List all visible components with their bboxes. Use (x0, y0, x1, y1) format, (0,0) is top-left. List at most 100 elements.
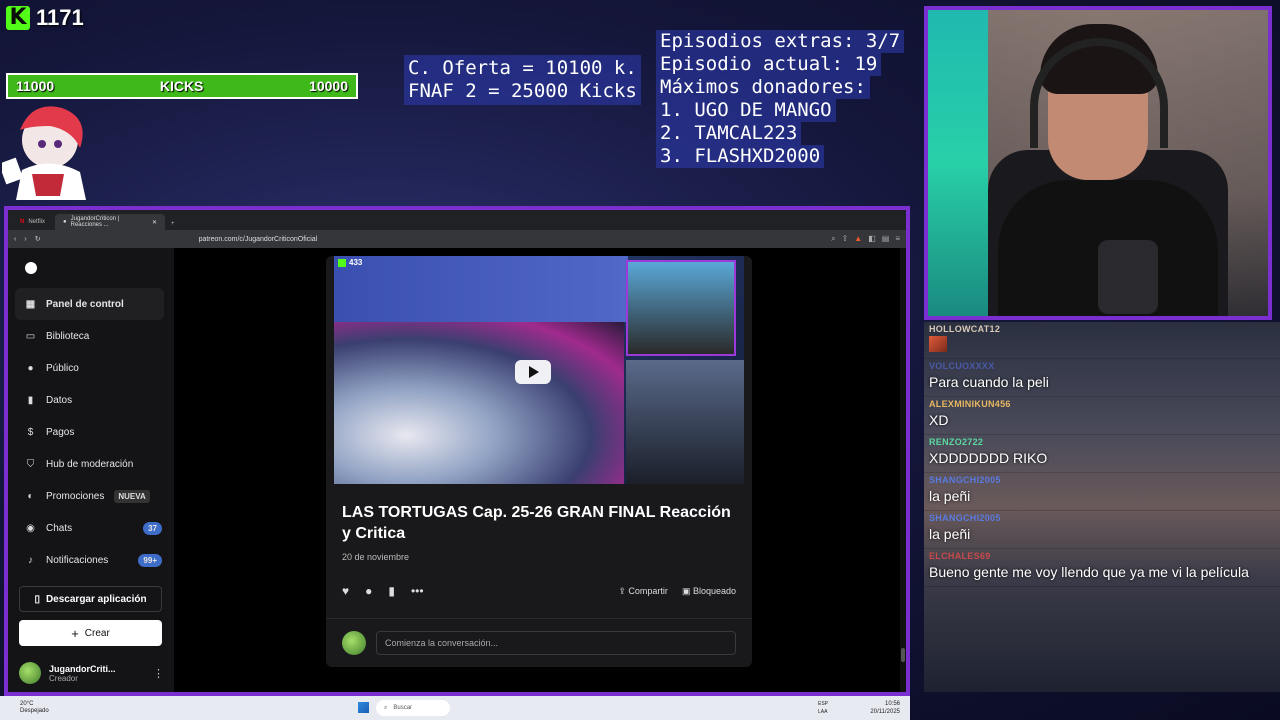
chart-icon: ▮ (27, 394, 34, 406)
webcam-light (928, 10, 988, 316)
new-badge: NUEVA (114, 489, 150, 503)
search-icon: ⌕ (384, 704, 388, 711)
language-indicator[interactable]: ESP LAA (818, 700, 828, 716)
locked-label: Bloqueado (692, 585, 736, 596)
chat-text: Bueno gente me voy llendo que ya me vi l… (929, 564, 1249, 580)
sidebar-item-label: Biblioteca (46, 330, 90, 342)
patreon-icon: ● (63, 219, 67, 225)
stats-icon[interactable]: ▮ (388, 584, 395, 598)
tab-patreon[interactable]: ● JugandorCriticon | Reacciones ... ✕ (55, 214, 166, 230)
sidebar-item-label: Notificaciones (46, 554, 109, 566)
brave-shield-icon[interactable]: ▲ (854, 234, 862, 244)
extension-icon[interactable]: ◧ (868, 234, 876, 244)
chat-username[interactable]: ALEXMINIKUN456 (929, 399, 1275, 409)
share-label: Compartir (628, 585, 668, 596)
sidebar-item-data[interactable]: ▮ Datos (8, 384, 174, 416)
kicks-counter: K 1171 (6, 5, 84, 31)
play-icon[interactable] (515, 360, 551, 384)
sidebar-item-label: Panel de control (46, 298, 124, 310)
thumbnail-kicks: 433 (338, 258, 362, 267)
comment-icon[interactable]: ● (365, 584, 372, 598)
microphone-icon (1098, 240, 1158, 314)
chat-username[interactable]: SHANGCHI2005 (929, 513, 1275, 523)
sidebar-item-label: Chats (46, 522, 73, 534)
taskbar-search[interactable]: ⌕ Buscar (376, 700, 450, 716)
thumbnail-overlay (334, 256, 628, 322)
info-line: Episodio actual: 19 (656, 53, 882, 76)
profile-name: JugandorCriti... (49, 663, 116, 674)
start-icon[interactable] (358, 702, 369, 713)
tab-bar: N Netflix ● JugandorCriticon | Reaccione… (8, 210, 906, 230)
sidebar-item-notifications[interactable]: ♪ Notificaciones 99+ (8, 544, 174, 576)
chat-username[interactable]: HOLLOWCAT12 (929, 324, 1275, 334)
more-icon[interactable]: ••• (411, 584, 424, 598)
clock-time: 10:56 (884, 701, 900, 707)
chat-text: Para cuando la peli (929, 374, 1049, 390)
url-field[interactable]: patreon.com/c/JugandorCriticonOficial (199, 236, 318, 243)
video-thumbnail[interactable]: 433 (334, 256, 744, 484)
stream-chat: HOLLOWCAT12 VOLCUOXXXX Para cuando la peli… (924, 322, 1280, 692)
chat-username[interactable]: ELCHALES69 (929, 551, 1275, 561)
promo-icon: ◐ (27, 490, 34, 502)
share-button[interactable]: ⇪ Compartir (618, 586, 668, 597)
profile-role: Creador (49, 673, 78, 683)
zoom-icon[interactable]: ⌕ (831, 234, 835, 244)
chat-username[interactable]: RENZO2722 (929, 437, 1275, 447)
close-tab-icon[interactable]: ✕ (152, 219, 157, 226)
scrollbar[interactable] (900, 248, 906, 692)
sidebar-item-chats[interactable]: ◉ Chats 37 (8, 512, 174, 544)
create-label: Crear (84, 627, 110, 639)
comment-input[interactable]: Comienza la conversación... (376, 631, 736, 655)
progress-label: KICKS (159, 78, 204, 94)
patreon-logo-icon[interactable] (25, 262, 37, 274)
chat-username[interactable]: SHANGCHI2005 (929, 475, 1275, 485)
sidebar-item-promotions[interactable]: ◐ Promociones NUEVA (8, 480, 174, 512)
library-icon: ▭ (25, 330, 36, 342)
avatar (19, 662, 41, 684)
share-icon[interactable]: ⇪ (842, 234, 849, 244)
info-line: Episodios extras: 3/7 (656, 30, 905, 53)
menu-icon[interactable]: ≡ (895, 234, 900, 244)
post-card: 433 LAS TORTUGAS Cap. 25-26 GRAN FINAL R… (326, 256, 752, 667)
offer-line: FNAF 2 = 25000 Kicks (408, 80, 637, 102)
chat-emote-icon (929, 336, 947, 352)
sidebar-item-audience[interactable]: ● Público (8, 352, 174, 384)
post-date: 20 de noviembre (342, 552, 410, 562)
tab-netflix[interactable]: N Netflix (12, 214, 53, 230)
sidebar-item-label: Datos (46, 394, 73, 406)
create-button[interactable]: + Crear (19, 620, 162, 646)
back-icon[interactable]: ‹ (14, 236, 16, 243)
scrollbar-thumb[interactable] (901, 648, 905, 662)
chat-username[interactable]: VOLCUOXXXX (929, 361, 1275, 371)
new-tab-icon[interactable]: + (167, 221, 179, 230)
download-app-button[interactable]: ▯ Descargar aplicación (19, 586, 162, 612)
clock-date: 20/11/2025 (870, 709, 900, 715)
more-options-icon[interactable]: ⋮ (153, 667, 164, 680)
reload-icon[interactable]: ↻ (35, 235, 41, 243)
chat-message: HOLLOWCAT12 (924, 322, 1280, 359)
sidebar-item-dashboard[interactable]: ▦ Panel de control (15, 288, 164, 320)
forward-icon[interactable]: › (24, 236, 26, 243)
sidebar-item-payments[interactable]: $ Pagos (8, 416, 174, 448)
system-clock[interactable]: 10:56 20/11/2025 (870, 700, 900, 716)
taskbar: 20°C Despejado ⌕ Buscar ESP LAA 10:56 20… (0, 696, 910, 720)
profile-menu[interactable]: JugandorCriti... Creador ⋮ (19, 662, 164, 684)
sidebar-item-label: Promociones (46, 490, 105, 502)
plus-icon: + (71, 625, 79, 641)
chat-message: ALEXMINIKUN456 XD (924, 397, 1280, 435)
post-title[interactable]: LAS TORTUGAS Cap. 25-26 GRAN FINAL Reacc… (342, 502, 736, 544)
dollar-icon: $ (27, 426, 34, 438)
episodes-info-box: Episodios extras: 3/7 Episodio actual: 1… (656, 30, 905, 168)
sidebar-icon[interactable]: ▤ (882, 234, 890, 244)
sidebar-item-library[interactable]: ▭ Biblioteca (8, 320, 174, 352)
sidebar-item-moderation[interactable]: ⛉ Hub de moderación (8, 448, 174, 480)
address-bar: ‹ › ↻ patreon.com/c/JugandorCriticonOfic… (8, 230, 906, 248)
heart-icon[interactable]: ♥ (342, 584, 349, 598)
avatar (342, 631, 366, 655)
progress-right-value: 10000 (309, 78, 348, 94)
lang-top: ESP (817, 701, 828, 707)
info-line: 3. FLASHXD2000 (656, 145, 825, 168)
weather-widget[interactable]: 20°C Despejado (20, 701, 49, 715)
home-icon: ▦ (25, 298, 36, 310)
count-badge: 37 (143, 521, 162, 535)
